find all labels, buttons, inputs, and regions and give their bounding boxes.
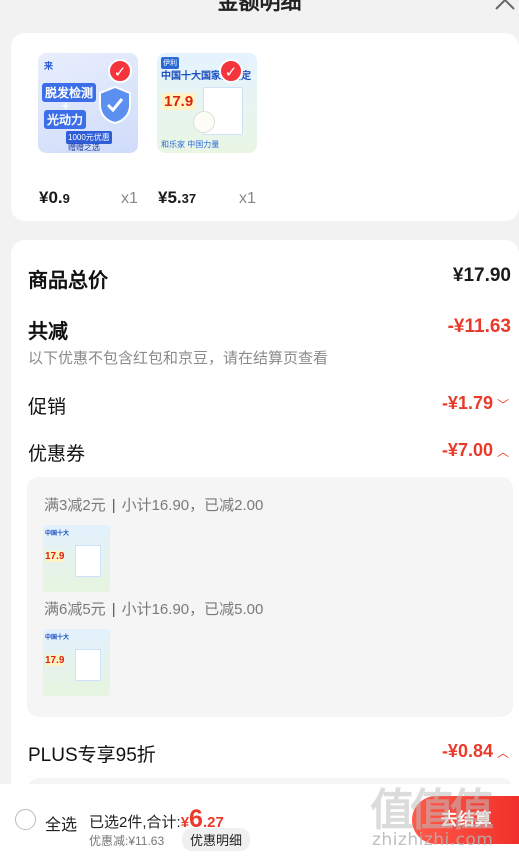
total-reduce-value: -¥11.63 [447, 316, 511, 337]
thumb-text-3: 光动力 [44, 110, 87, 129]
price-detail-card: 商品总价 ¥17.90 共减 -¥11.63 以下优惠不包含红包和京豆，请在结算… [11, 240, 519, 808]
watermark-text: zhizhizhi.com [372, 830, 494, 850]
thumb-price: 17.9 [161, 93, 197, 110]
chevron-up-icon: ︿ [496, 746, 509, 760]
plus-label: PLUS专享95折 [28, 745, 156, 766]
product-price: ¥5.37 [158, 188, 196, 208]
coupon-value: -¥7.00 [441, 440, 493, 460]
coupon-label: 优惠券 [28, 444, 86, 465]
product-item[interactable]: 伊利 中国十大国家队指定 17.9 和乐家 中国力量 ✓ [157, 53, 261, 153]
coupon-row-toggle[interactable]: -¥7.00 ︿ [442, 440, 509, 461]
brand-mark: 来 [44, 61, 54, 71]
selected-prefix: 已选2件,合计: [89, 814, 181, 831]
promo-value: -¥1.79 [441, 393, 493, 413]
coupon-detail: 小计16.90，已减2.00 [121, 497, 264, 514]
price-integer: ¥5. [158, 188, 182, 207]
shield-icon [99, 85, 131, 125]
products-card: 来 脱发检测 + 光动力 1000元优惠 赠赠之选 ✓ ¥0.9 x1 伊利 中… [11, 33, 519, 221]
product-item[interactable]: 来 脱发检测 + 光动力 1000元优惠 赠赠之选 ✓ [38, 53, 142, 153]
sheet-header: 金额明细 [0, 0, 519, 24]
chevron-down-icon: ﹀ [496, 398, 509, 412]
price-decimal: 9 [62, 191, 70, 206]
select-all-checkbox[interactable] [15, 809, 36, 830]
thumb-text: 中国十大 [45, 531, 70, 537]
thumb-caption: 和乐家 中国力量 [161, 140, 220, 149]
coupon-item: 满3减2元 | 小计16.90，已减2.00 [44, 494, 263, 515]
thumb-text: 中国十大 [45, 635, 70, 641]
promo-label: 促销 [28, 397, 67, 418]
chevron-up-icon: ︿ [496, 445, 509, 459]
discount-detail-button[interactable]: 优惠明细 [182, 828, 251, 851]
plus-row-toggle[interactable]: -¥0.84 ︿ [442, 741, 509, 762]
product-thumbnail[interactable]: 来 脱发检测 + 光动力 1000元优惠 赠赠之选 ✓ [38, 53, 138, 153]
select-all-label[interactable]: 全选 [45, 811, 77, 835]
milk-carton-image [75, 545, 101, 577]
coupon-product-thumbnail[interactable]: 中国十大 17.9 [43, 629, 110, 696]
product-price: ¥0.9 [39, 188, 70, 208]
check-icon: ✓ [219, 59, 243, 83]
milk-carton-image [75, 649, 101, 681]
divider: | [111, 497, 116, 514]
product-quantity: x1 [239, 190, 256, 207]
product-quantity: x1 [121, 190, 138, 207]
coupon-product-thumbnail[interactable]: 中国十大 17.9 [43, 525, 110, 592]
coupon-rule: 满3减2元 [44, 497, 106, 514]
product-thumbnail[interactable]: 伊利 中国十大国家队指定 17.9 和乐家 中国力量 ✓ [157, 53, 257, 153]
thumb-price: 17.9 [45, 551, 65, 562]
close-icon[interactable] [493, 0, 517, 12]
coupon-rule: 满6减5元 [44, 601, 106, 618]
divider: | [111, 601, 116, 618]
goods-total-value: ¥17.90 [452, 265, 511, 286]
check-icon: ✓ [108, 59, 132, 83]
coupon-detail: 小计16.90，已减5.00 [121, 601, 264, 618]
price-integer: ¥0. [39, 188, 63, 207]
total-reduce-label: 共减 [28, 321, 68, 343]
thumb-price: 17.9 [45, 655, 65, 666]
page-title: 金额明细 [217, 0, 302, 14]
price-decimal: 37 [181, 191, 197, 206]
discount-note: 以下优惠不包含红包和京豆，请在结算页查看 [28, 350, 329, 367]
plus-value: -¥0.84 [441, 741, 493, 761]
coupon-list: 满3减2元 | 小计16.90，已减2.00 中国十大 17.9 满6减5元 | 小计1… [27, 477, 513, 717]
thumb-caption-2: 赠赠之选 [68, 143, 100, 152]
coconut-image [193, 111, 215, 133]
coupon-item: 满6减5元 | 小计16.90，已减5.00 [44, 598, 263, 619]
goods-total-label: 商品总价 [28, 270, 108, 292]
promo-row-toggle[interactable]: -¥1.79 ﹀ [442, 393, 509, 414]
discount-amount: 优惠减:¥11.63 [89, 834, 165, 848]
